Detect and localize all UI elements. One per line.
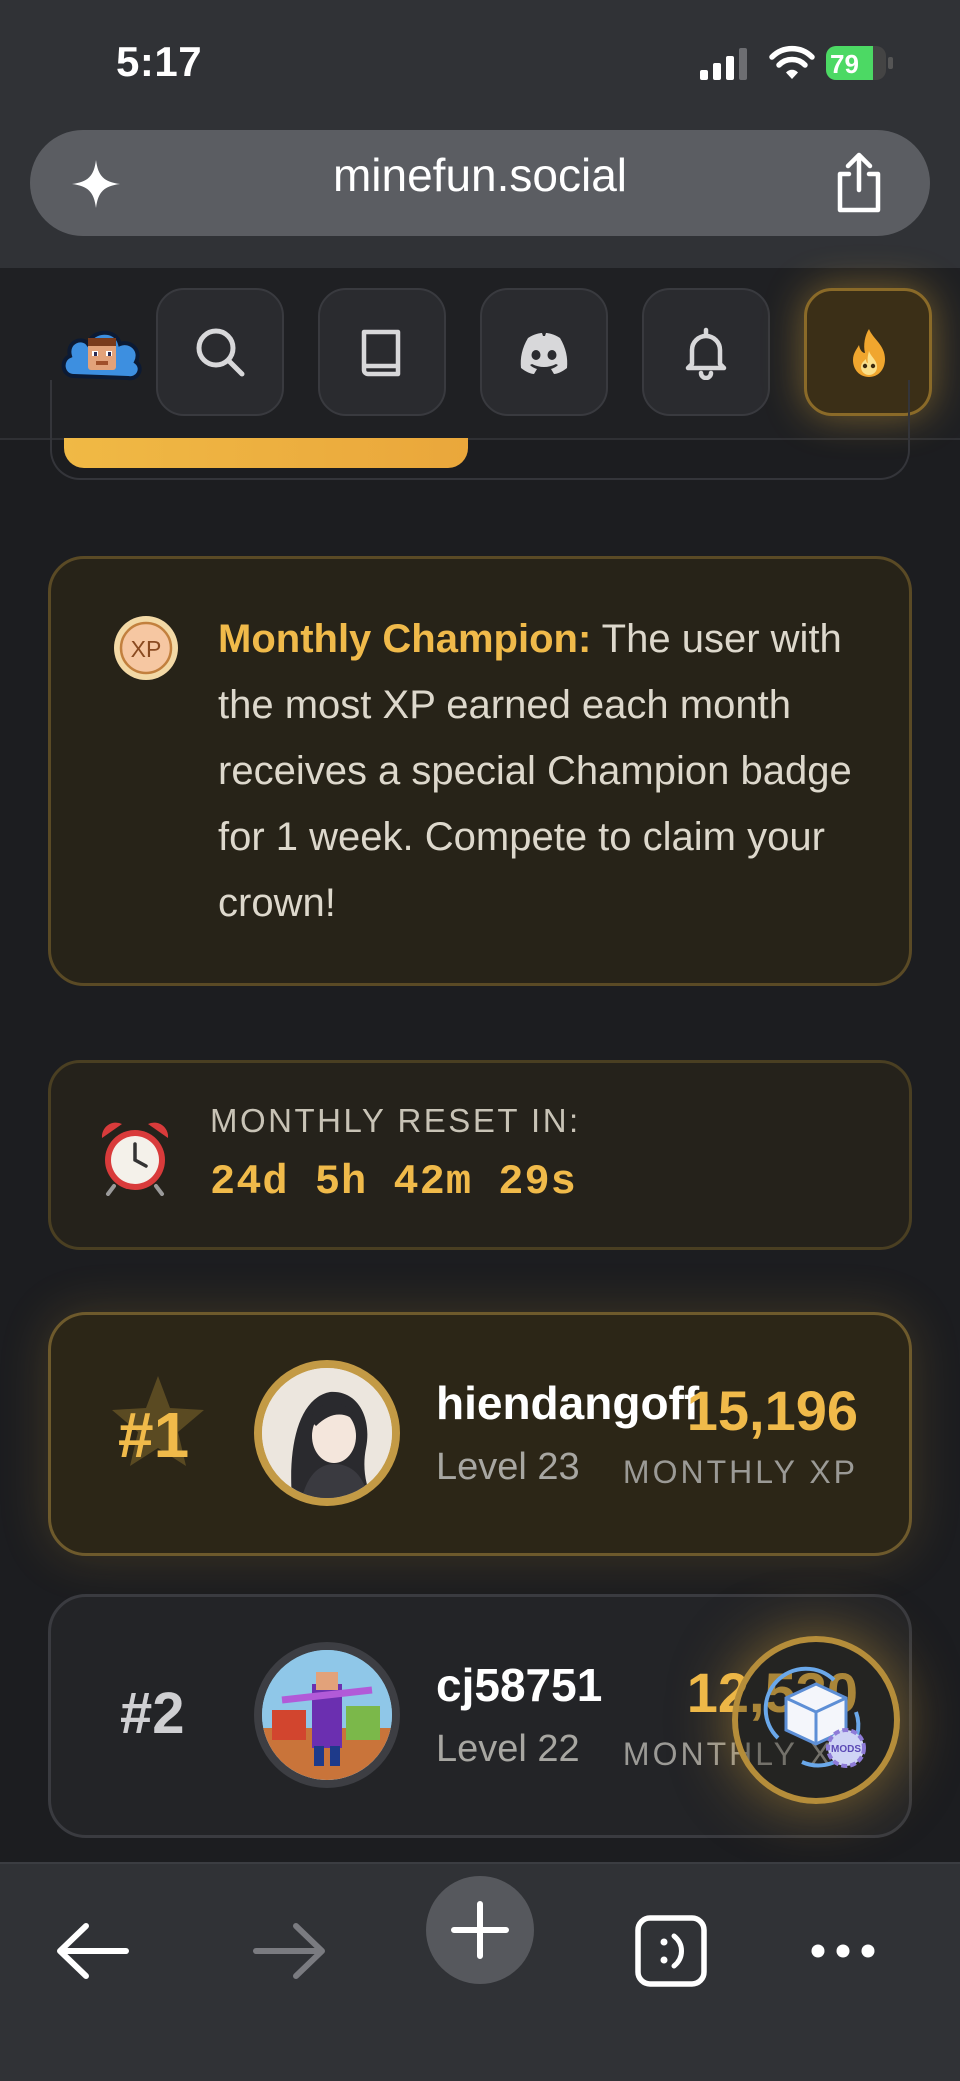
xp-coin-icon: XP bbox=[114, 616, 178, 680]
wifi-icon bbox=[769, 45, 815, 79]
fire-icon bbox=[853, 329, 885, 377]
champion-title: Monthly Champion: bbox=[218, 617, 592, 661]
mods-badge: MODS bbox=[831, 1744, 861, 1755]
avatar[interactable] bbox=[254, 1642, 400, 1788]
forward-arrow-icon[interactable] bbox=[232, 1896, 342, 2006]
plus-icon bbox=[451, 1901, 509, 1959]
search-icon bbox=[196, 328, 245, 377]
status-time: 5:17 bbox=[116, 38, 203, 85]
rank-1: #1 bbox=[118, 1399, 190, 1471]
champion-description: Monthly Champion: The user with the most… bbox=[218, 606, 858, 936]
mods-cube-icon: MODS bbox=[763, 1666, 866, 1768]
champion-text: The user with the most XP earned each mo… bbox=[218, 617, 852, 925]
back-arrow-icon[interactable] bbox=[40, 1896, 150, 2006]
user-level: Level 22 bbox=[436, 1728, 580, 1770]
mods-fab-button[interactable]: MODS bbox=[732, 1636, 900, 1804]
more-menu-icon[interactable] bbox=[788, 1896, 898, 2006]
alarm-clock-icon bbox=[101, 1122, 169, 1196]
username[interactable]: hiendangoff bbox=[436, 1376, 699, 1430]
username[interactable]: cj58751 bbox=[436, 1658, 602, 1712]
new-tab-button[interactable] bbox=[426, 1876, 534, 1984]
reset-countdown: 24d 5h 42m 29s bbox=[210, 1158, 577, 1206]
tabs-icon[interactable] bbox=[616, 1896, 726, 2006]
bell-icon bbox=[685, 327, 727, 380]
site-logo[interactable] bbox=[58, 316, 144, 386]
xp-value: 15,196 bbox=[686, 1379, 858, 1442]
share-icon[interactable] bbox=[832, 152, 886, 214]
user-level: Level 23 bbox=[436, 1446, 580, 1488]
book-icon bbox=[361, 329, 401, 377]
discord-icon bbox=[520, 333, 568, 374]
rank-2: #2 bbox=[120, 1681, 185, 1746]
reset-label: MONTHLY RESET IN: bbox=[210, 1102, 581, 1139]
battery-icon: 79 bbox=[826, 46, 894, 80]
url-text[interactable]: minefun.social bbox=[0, 148, 960, 202]
signal-icon bbox=[700, 48, 747, 80]
xp-coin-label: XP bbox=[131, 636, 162, 662]
progress-bar bbox=[64, 438, 468, 468]
xp-label: MONTHLY XP bbox=[622, 1454, 858, 1490]
reset-timer-card bbox=[48, 1060, 912, 1250]
battery-percent: 79 bbox=[830, 49, 859, 79]
avatar[interactable] bbox=[254, 1360, 400, 1506]
